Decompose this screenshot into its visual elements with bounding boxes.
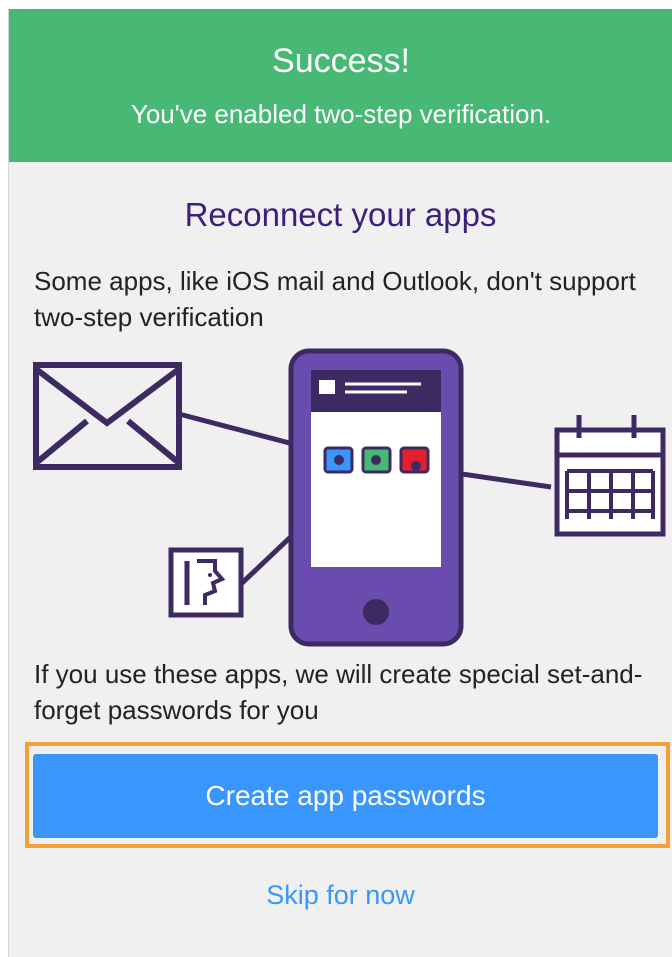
reconnect-apps-illustration bbox=[33, 348, 666, 647]
success-subtitle: You've enabled two-step verification. bbox=[130, 99, 552, 129]
phone-icon bbox=[288, 348, 464, 647]
page-heading: Reconnect your apps bbox=[184, 196, 497, 233]
verification-panel: Success! You've enabled two-step verific… bbox=[8, 9, 672, 957]
envelope-icon bbox=[33, 362, 182, 470]
success-banner: Success! You've enabled two-step verific… bbox=[9, 9, 672, 162]
success-title: Success! bbox=[272, 42, 410, 80]
skip-for-now-link[interactable]: Skip for now bbox=[9, 877, 672, 913]
intro-text: Some apps, like iOS mail and Outlook, do… bbox=[34, 266, 636, 332]
create-app-passwords-button[interactable]: Create app passwords bbox=[33, 754, 658, 838]
app-tiles bbox=[323, 446, 430, 474]
explanation-text: If you use these apps, we will create sp… bbox=[34, 659, 643, 725]
calendar-icon bbox=[554, 415, 666, 537]
contacts-card-icon bbox=[168, 547, 244, 618]
